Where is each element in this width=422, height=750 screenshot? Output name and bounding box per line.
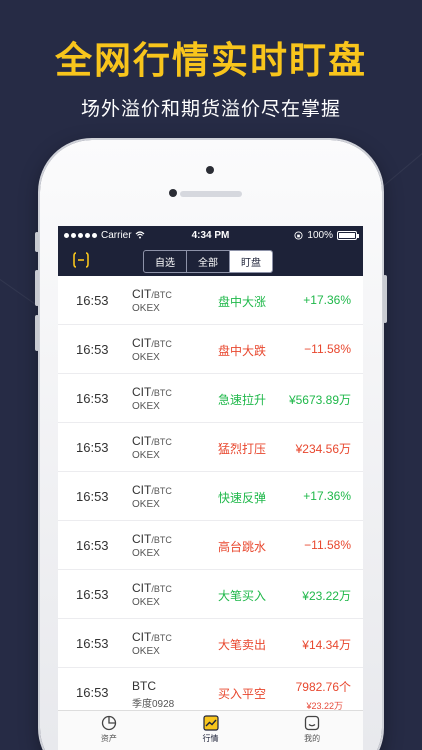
- row-coin: CIT/BTC: [132, 336, 172, 350]
- row-signal: 大笔买入: [218, 589, 267, 603]
- row-value: +17.36%: [303, 293, 351, 307]
- row-signal: 高台跳水: [218, 540, 267, 554]
- tab-bar: 资产 行情 我的: [58, 710, 363, 750]
- row-time: 16:53: [76, 538, 109, 553]
- list-item[interactable]: 16:53 CIT/BTC OKEX 盘中大跌 −11.58%: [58, 325, 363, 374]
- promo-headline: 全网行情实时盯盘: [55, 39, 367, 82]
- row-coin: CIT/BTC: [132, 434, 172, 448]
- row-exchange: OKEX: [132, 352, 160, 363]
- row-coin: CIT/BTC: [132, 581, 172, 595]
- row-coin: CIT/BTC: [132, 385, 172, 399]
- row-exchange: OKEX: [132, 303, 160, 314]
- tab-profile[interactable]: 我的: [261, 711, 363, 750]
- row-signal: 大笔卖出: [218, 638, 267, 652]
- row-exchange: 季度0928: [132, 699, 175, 710]
- row-exchange: OKEX: [132, 548, 160, 559]
- row-exchange: OKEX: [132, 646, 160, 657]
- segment-monitor[interactable]: 盯盘: [230, 251, 272, 272]
- power-button: [383, 275, 387, 323]
- row-time: 16:53: [76, 587, 109, 602]
- row-value: ¥23.22万: [302, 589, 351, 603]
- tab-assets[interactable]: 资产: [58, 711, 160, 750]
- row-signal: 盘中大涨: [218, 295, 267, 309]
- volume-down-button: [35, 315, 39, 351]
- row-time: 16:53: [76, 293, 109, 308]
- row-exchange: OKEX: [132, 597, 160, 608]
- profile-face-icon: [305, 715, 320, 731]
- earpiece-speaker: [180, 191, 242, 197]
- list-item[interactable]: 16:53 CIT/BTC OKEX 猛烈打压 ¥234.56万: [58, 423, 363, 472]
- segment-favorites[interactable]: 自选: [144, 251, 187, 272]
- row-value: −11.58%: [304, 538, 351, 552]
- row-time: 16:53: [76, 440, 109, 455]
- tab-label: 我的: [304, 734, 321, 743]
- row-exchange: OKEX: [132, 401, 160, 412]
- row-coin: CIT/BTC: [132, 287, 172, 301]
- app-screen: Carrier 4:34 PM 100% 自选 全部 盯盘 16:53 CIT/…: [58, 226, 363, 750]
- list-item[interactable]: 16:53 CIT/BTC OKEX 大笔卖出 ¥14.34万: [58, 619, 363, 668]
- trend-chart-icon: [202, 715, 219, 731]
- row-value: −11.58%: [304, 342, 351, 356]
- segment-control: 自选 全部 盯盘: [143, 250, 273, 273]
- row-signal: 快速反弹: [218, 491, 267, 505]
- row-time: 16:53: [76, 391, 109, 406]
- list-item[interactable]: 16:53 CIT/BTC OKEX 快速反弹 +17.36%: [58, 472, 363, 521]
- tab-label: 行情: [202, 734, 219, 743]
- row-coin: BTC: [132, 679, 156, 693]
- tab-label: 资产: [100, 734, 117, 743]
- row-value: 7982.76个: [295, 680, 351, 694]
- row-value: ¥14.34万: [302, 638, 351, 652]
- battery-icon: [337, 230, 359, 240]
- row-exchange: OKEX: [132, 499, 160, 510]
- list-item[interactable]: 16:53 CIT/BTC OKEX 急速拉升 ¥5673.89万: [58, 374, 363, 423]
- row-coin: CIT/BTC: [132, 483, 172, 497]
- alert-list: 16:53 CIT/BTC OKEX 盘中大涨 +17.36% 16:53 CI…: [58, 276, 363, 717]
- status-time: 4:34 PM: [191, 229, 230, 241]
- app-logo-icon: [73, 252, 89, 268]
- row-coin: CIT/BTC: [132, 630, 172, 644]
- pie-chart-icon: [101, 715, 116, 731]
- list-item[interactable]: 16:53 CIT/BTC OKEX 大笔买入 ¥23.22万: [58, 570, 363, 619]
- row-value: +17.36%: [303, 489, 351, 503]
- row-signal: 急速拉升: [218, 393, 267, 407]
- row-coin: CIT/BTC: [132, 532, 172, 546]
- row-exchange: OKEX: [132, 450, 160, 461]
- promo-subline: 场外溢价和期货溢价尽在掌握: [80, 98, 341, 120]
- row-signal: 猛烈打压: [218, 442, 267, 456]
- tab-market[interactable]: 行情: [160, 711, 262, 750]
- row-time: 16:53: [76, 342, 109, 357]
- row-time: 16:53: [76, 685, 109, 700]
- status-bar: Carrier 4:34 PM 100%: [58, 226, 363, 244]
- row-value: ¥5673.89万: [288, 393, 351, 407]
- list-item[interactable]: 16:53 CIT/BTC OKEX 盘中大涨 +17.36%: [58, 276, 363, 325]
- front-camera-icon: [169, 189, 177, 197]
- row-value: ¥234.56万: [295, 442, 351, 456]
- top-sensor-dot: [206, 166, 214, 174]
- row-time: 16:53: [76, 636, 109, 651]
- row-signal: 盘中大跌: [218, 344, 267, 358]
- segment-all[interactable]: 全部: [187, 251, 230, 272]
- mute-switch: [35, 232, 39, 252]
- row-signal: 买入平空: [218, 687, 267, 701]
- nav-bar: 自选 全部 盯盘: [58, 244, 363, 276]
- volume-up-button: [35, 270, 39, 306]
- row-time: 16:53: [76, 489, 109, 504]
- list-item[interactable]: 16:53 CIT/BTC OKEX 高台跳水 −11.58%: [58, 521, 363, 570]
